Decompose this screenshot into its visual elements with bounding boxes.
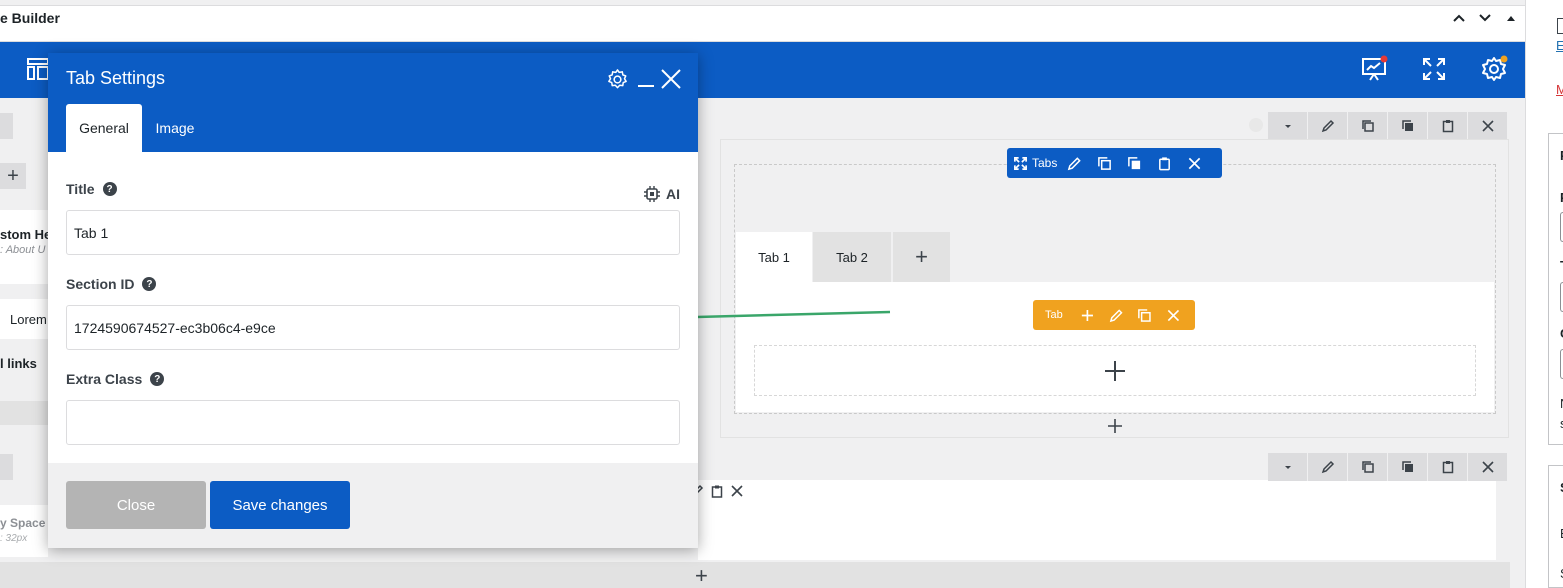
copy-icon[interactable]: [1137, 308, 1152, 323]
presentation-chart-icon[interactable]: [1360, 55, 1388, 83]
add-below-icon[interactable]: [1107, 418, 1123, 434]
left-divider: [0, 401, 48, 425]
gear-icon[interactable]: [606, 68, 629, 91]
expand-icon[interactable]: [1013, 156, 1028, 171]
links-card[interactable]: l links: [0, 344, 48, 384]
close-icon[interactable]: [1468, 112, 1508, 140]
extra-class-input[interactable]: [66, 400, 680, 445]
spacer-subtitle: : 32px: [0, 533, 28, 544]
add-tab-button[interactable]: +: [893, 232, 950, 282]
left-row-bar: [0, 113, 13, 139]
tab-1[interactable]: Tab 1: [736, 232, 812, 282]
close-icon[interactable]: [1187, 156, 1202, 171]
tab-1-label: Tab 1: [758, 249, 790, 265]
add-element-button[interactable]: [754, 345, 1476, 396]
tabs-toolbar: Tabs: [1007, 148, 1222, 178]
chevron-up-icon[interactable]: [1451, 10, 1467, 26]
sidebar-panel-2: S E S: [1548, 465, 1563, 588]
clipboard-icon[interactable]: [1428, 112, 1468, 140]
add-row-bar: [0, 562, 1510, 588]
help-icon[interactable]: ?: [150, 372, 165, 386]
extra-class-label-row: Extra Class ?: [66, 371, 165, 387]
lorem-text: Lorem: [10, 312, 47, 327]
section-id-label-row: Section ID ?: [66, 276, 157, 292]
metabox-title: e Builder: [0, 10, 60, 26]
fullscreen-icon[interactable]: [1420, 55, 1448, 83]
close-icon[interactable]: [660, 68, 682, 90]
chevron-down-icon[interactable]: [1268, 112, 1308, 140]
save-changes-button[interactable]: Save changes: [210, 481, 350, 529]
clipboard-icon[interactable]: [1557, 18, 1563, 34]
tab-2-label: Tab 2: [836, 249, 868, 265]
tab-image[interactable]: Image: [142, 104, 208, 152]
chevron-down-icon[interactable]: [1477, 10, 1493, 26]
chevron-down-icon[interactable]: [1268, 453, 1308, 481]
edit-icon[interactable]: [1308, 453, 1348, 481]
tab-toolbar: Tab: [1033, 300, 1195, 330]
edit-icon[interactable]: [1308, 112, 1348, 140]
spacer-title: y Space: [0, 516, 46, 530]
title-input[interactable]: [66, 210, 680, 255]
tab-general[interactable]: General: [66, 104, 142, 152]
ai-button[interactable]: AI: [643, 185, 680, 203]
lower-mini-toolbar: [690, 484, 744, 498]
left-row-bar-2: [0, 454, 13, 480]
title-label-row: Title ?: [66, 181, 117, 197]
chip-icon: [644, 186, 660, 202]
edit-icon[interactable]: [1067, 156, 1082, 171]
custom-header-card[interactable]: stom He : About U: [0, 210, 52, 284]
close-icon[interactable]: [1166, 308, 1181, 323]
settings-gear-icon[interactable]: [1480, 55, 1508, 83]
tabs-toolbar-label: Tabs: [1032, 156, 1058, 170]
custom-header-title: stom He: [0, 227, 52, 242]
sidebar-link-e[interactable]: E: [1556, 38, 1563, 53]
clipboard-icon[interactable]: [1157, 156, 1172, 171]
caret-up-icon[interactable]: [1503, 10, 1519, 26]
clipboard-icon[interactable]: [710, 484, 724, 498]
custom-header-subtitle: : About U: [0, 244, 46, 256]
sidebar-link-m[interactable]: M: [1556, 82, 1563, 97]
copy-icon[interactable]: [1348, 453, 1388, 481]
status-dot: [1249, 118, 1263, 132]
duplicate-icon[interactable]: [1388, 112, 1428, 140]
close-icon[interactable]: [1468, 453, 1508, 481]
add-icon[interactable]: [1080, 308, 1095, 323]
lorem-card[interactable]: Lorem: [0, 299, 48, 339]
section-controls-bottom: [1268, 453, 1508, 481]
edit-icon[interactable]: [1109, 308, 1124, 323]
help-icon[interactable]: ?: [142, 277, 157, 291]
right-sidebar: E M P P T C N s S E S: [1525, 0, 1563, 588]
add-row-icon[interactable]: +: [695, 563, 708, 588]
minimize-icon[interactable]: [637, 72, 655, 90]
duplicate-icon[interactable]: [1127, 156, 1142, 171]
ai-label: AI: [666, 186, 680, 202]
extra-class-label: Extra Class: [66, 371, 143, 387]
tab-toolbar-label: Tab: [1045, 309, 1063, 321]
title-label: Title: [66, 181, 95, 197]
left-add-button[interactable]: +: [0, 163, 26, 189]
duplicate-icon[interactable]: [1388, 453, 1428, 481]
section-id-input[interactable]: [66, 305, 680, 350]
lower-section: [698, 480, 1496, 560]
clipboard-icon[interactable]: [1428, 453, 1468, 481]
close-button[interactable]: Close: [66, 481, 206, 529]
help-icon[interactable]: ?: [102, 182, 117, 196]
spacer-card[interactable]: y Space : 32px: [0, 505, 48, 557]
section-controls-top: [1268, 112, 1508, 140]
section-id-label: Section ID: [66, 276, 135, 292]
links-text: l links: [0, 356, 37, 371]
tab-2[interactable]: Tab 2: [813, 232, 891, 282]
builder-metabox-header: [0, 5, 1525, 42]
plus-icon: [1105, 360, 1125, 381]
close-icon[interactable]: [730, 484, 744, 498]
copy-icon[interactable]: [1097, 156, 1112, 171]
copy-icon[interactable]: [1348, 112, 1388, 140]
modal-title: Tab Settings: [66, 68, 166, 88]
